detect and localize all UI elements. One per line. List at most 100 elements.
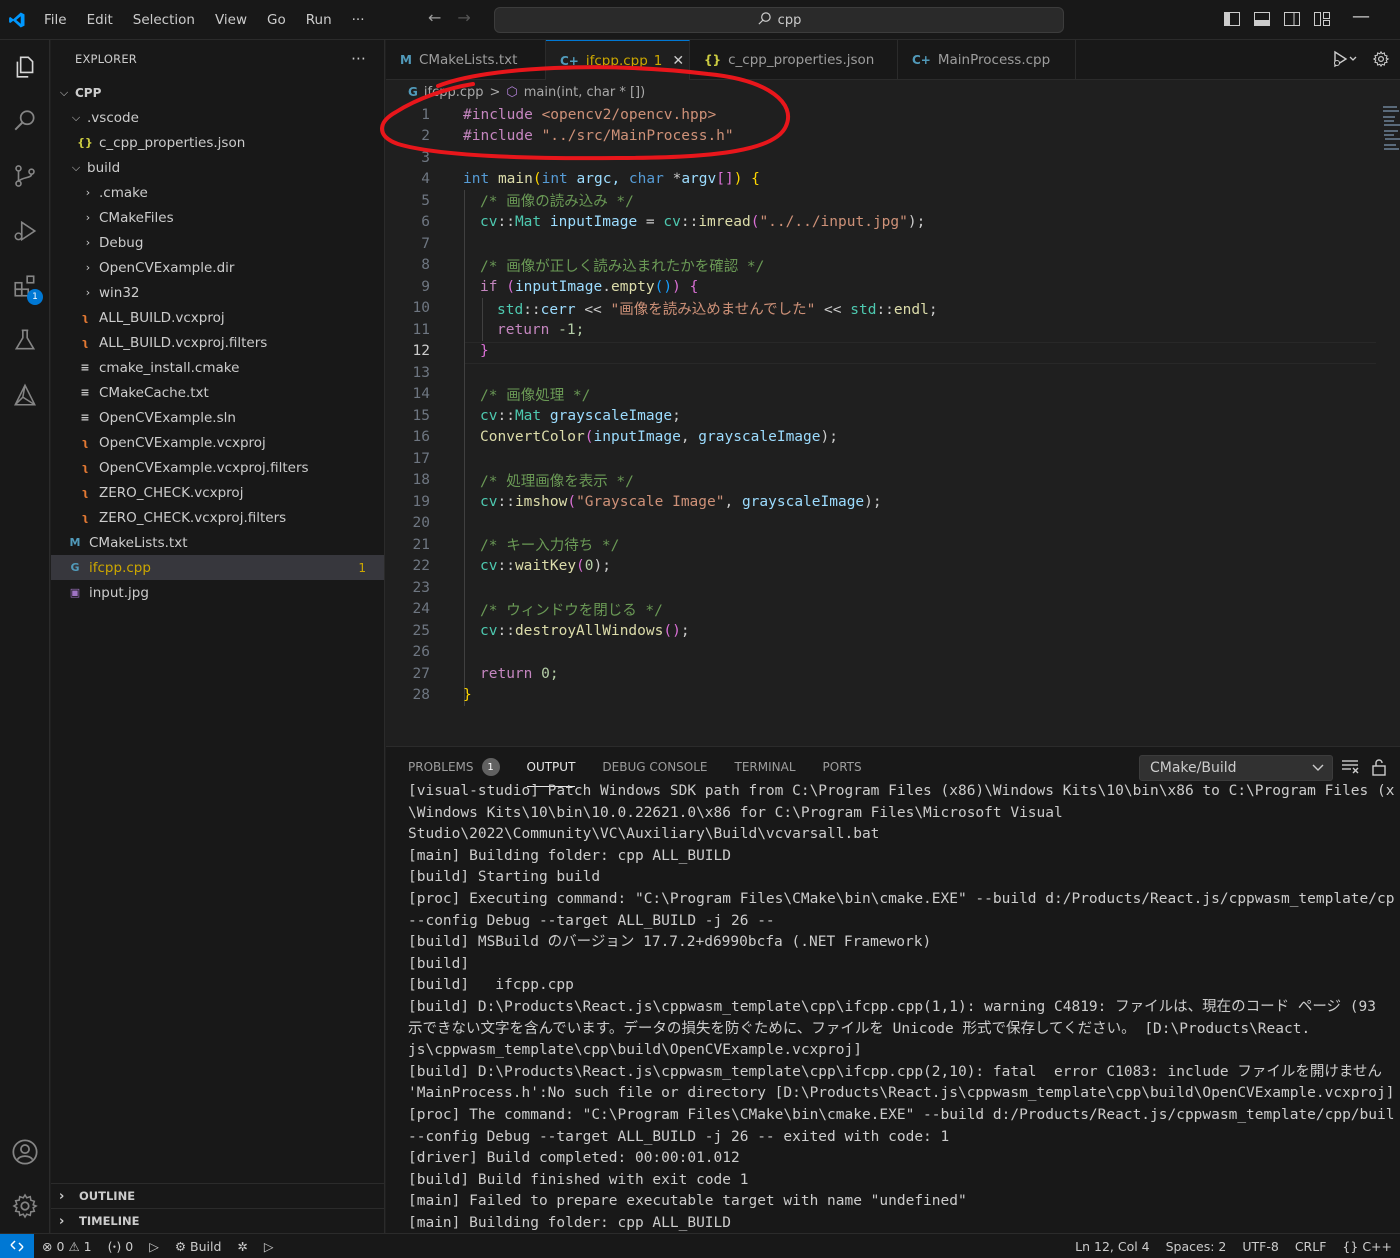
tree-file-c-cpp-properties[interactable]: {} c_cpp_properties.json <box>51 130 384 155</box>
launch-button[interactable]: ▷ <box>256 1239 282 1254</box>
forward-arrow-icon[interactable]: → <box>457 8 470 27</box>
toggle-secondary-sidebar-icon[interactable] <box>1282 8 1302 30</box>
line-number: 23 <box>386 577 1386 599</box>
close-icon[interactable]: ✕ <box>672 53 684 69</box>
tab-c-cpp-properties[interactable]: {} c_cpp_properties.json <box>690 40 898 80</box>
search-icon[interactable] <box>0 97 50 145</box>
code-editor[interactable]: 1 2 3 4 5 6 7 8 9 10 11 12 13 14 15 16 17 18 19 20 21 22 23 24 2… <box>386 104 1386 746</box>
remote-indicator-icon[interactable] <box>0 1233 34 1258</box>
tab-label: MainProcess.cpp <box>937 52 1051 68</box>
code-line-11: return -1; <box>497 321 585 338</box>
tree-folder-cmake[interactable]: › .cmake <box>51 180 384 205</box>
run-debug-icon[interactable] <box>0 207 50 255</box>
editor-settings-gear-icon[interactable] <box>1372 50 1390 72</box>
build-button[interactable]: ⚙ Build <box>167 1239 230 1254</box>
minimize-window-icon[interactable]: — <box>1352 6 1370 27</box>
tree-file-ifcpp[interactable]: G ifcpp.cpp 1 <box>51 555 384 580</box>
chevron-right-icon: › <box>85 261 91 274</box>
tree-file-zero-check-vcxproj[interactable]: ʅ ZERO_CHECK.vcxproj <box>51 480 384 505</box>
cursor-position[interactable]: Ln 12, Col 4 <box>1067 1239 1158 1254</box>
timeline-section[interactable]: › TIMELINE <box>51 1208 384 1233</box>
tree-root-cpp[interactable]: ⌵ CPP <box>51 80 384 105</box>
debug-bug-button[interactable]: ✲ <box>229 1239 255 1254</box>
tree-file-zero-check-filters[interactable]: ʅ ZERO_CHECK.vcxproj.filters <box>51 505 384 530</box>
menu-more[interactable]: ··· <box>342 0 375 40</box>
code-line-10: std::cerr << "画像を読み込めませんでした" << std::end… <box>497 301 938 318</box>
source-control-icon[interactable] <box>0 152 50 200</box>
line-number: 3 <box>386 147 1386 169</box>
tree-item-label: CMakeLists.txt <box>89 534 188 551</box>
tab-cmakelists[interactable]: M CMakeLists.txt <box>386 40 546 80</box>
line-ending[interactable]: CRLF <box>1287 1239 1335 1254</box>
extensions-icon[interactable]: 1 <box>0 262 50 310</box>
tree-file-input-jpg[interactable]: ▣ input.jpg <box>51 580 384 605</box>
menu-file[interactable]: File <box>34 0 77 40</box>
toggle-primary-sidebar-icon[interactable] <box>1222 8 1242 30</box>
tree-file-opencvexample-filters[interactable]: ʅ OpenCVExample.vcxproj.filters <box>51 455 384 480</box>
toggle-panel-icon[interactable] <box>1252 8 1272 30</box>
problems-status[interactable]: ⊗ 0 ⚠ 1 <box>34 1239 100 1254</box>
outline-section[interactable]: › OUTLINE <box>51 1183 384 1208</box>
run-cpp-file-icon[interactable] <box>1332 50 1358 72</box>
code-line-18: /* 処理画像を表示 */ <box>480 473 634 490</box>
chevron-down-icon <box>1312 760 1324 776</box>
json-file-icon: {} <box>77 136 93 149</box>
explorer-icon[interactable] <box>0 43 50 91</box>
tree-file-all-build-vcxproj[interactable]: ʅ ALL_BUILD.vcxproj <box>51 305 384 330</box>
menu-go[interactable]: Go <box>257 0 296 40</box>
line-number-label: 13 <box>412 364 430 381</box>
tree-folder-opencvexample-dir[interactable]: › OpenCVExample.dir <box>51 255 384 280</box>
tab-label: CMakeLists.txt <box>418 52 518 68</box>
back-arrow-icon[interactable]: ← <box>428 8 441 27</box>
output-log[interactable]: [visual-studio] Patch Windows SDK path f… <box>408 781 1398 1231</box>
tree-file-cmakelists[interactable]: M CMakeLists.txt <box>51 530 384 555</box>
output-channel-select[interactable]: CMake/Build <box>1139 755 1333 781</box>
account-icon[interactable] <box>0 1128 50 1176</box>
error-icon: ⊗ <box>42 1238 53 1254</box>
explorer-more-actions[interactable]: ··· <box>351 50 366 68</box>
settings-gear-icon[interactable] <box>0 1182 50 1230</box>
output-line: [build] D:\Products\React.js\cppwasm_tem… <box>408 998 1376 1015</box>
breadcrumb-symbol[interactable]: main(int, char * []) <box>524 85 645 100</box>
search-icon <box>757 11 772 30</box>
menu-edit[interactable]: Edit <box>77 0 123 40</box>
customize-layout-icon[interactable] <box>1312 8 1332 30</box>
cpp-file-icon: G <box>408 85 418 99</box>
tree-file-opencvexample-sln[interactable]: ≡ OpenCVExample.sln <box>51 405 384 430</box>
indentation[interactable]: Spaces: 2 <box>1158 1239 1235 1254</box>
tree-folder-debug[interactable]: › Debug <box>51 230 384 255</box>
menu-run[interactable]: Run <box>296 0 342 40</box>
encoding[interactable]: UTF-8 <box>1234 1239 1286 1254</box>
tree-folder-vscode[interactable]: ⌵ .vscode <box>51 105 384 130</box>
cmake-icon[interactable] <box>0 371 50 419</box>
breadcrumb-file[interactable]: ifcpp.cpp <box>424 85 484 100</box>
output-line: [build] D:\Products\React.js\cppwasm_tem… <box>408 1063 1382 1080</box>
tab-mainprocess[interactable]: C+ MainProcess.cpp <box>898 40 1076 80</box>
text-file-icon: ≡ <box>80 386 90 399</box>
output-line: [build] <box>408 955 470 972</box>
code-line-2: #include "../src/MainProcess.h" <box>463 128 734 145</box>
minimap[interactable] <box>1382 104 1400 154</box>
menu-view[interactable]: View <box>205 0 257 40</box>
testing-icon[interactable] <box>0 316 50 364</box>
command-center-search[interactable]: cpp <box>494 7 1064 33</box>
chevron-down-icon: ⌵ <box>59 85 69 99</box>
clear-output-icon[interactable] <box>1341 758 1359 780</box>
chevron-right-icon: › <box>85 236 91 249</box>
tree-file-cmakecache[interactable]: ≡ CMakeCache.txt <box>51 380 384 405</box>
tree-folder-cmakefiles[interactable]: › CMakeFiles <box>51 205 384 230</box>
tab-ifcpp[interactable]: C+ ifcpp.cpp 1 ✕ <box>546 40 690 80</box>
tree-file-opencvexample-vcxproj[interactable]: ʅ OpenCVExample.vcxproj <box>51 430 384 455</box>
lock-scroll-icon[interactable] <box>1371 758 1387 780</box>
language-mode[interactable]: {} C++ <box>1334 1239 1400 1254</box>
cmake-debug-status[interactable]: ▷ <box>141 1239 167 1254</box>
tree-item-label: build <box>87 159 121 176</box>
tree-item-label: OpenCVExample.dir <box>99 259 235 276</box>
tree-file-all-build-filters[interactable]: ʅ ALL_BUILD.vcxproj.filters <box>51 330 384 355</box>
code-line-6: cv::Mat inputImage = cv::imread("../../i… <box>480 214 926 231</box>
ports-status[interactable]: (ꞏ) 0 <box>100 1238 142 1255</box>
tree-folder-build[interactable]: ⌵ build <box>51 155 384 180</box>
menu-selection[interactable]: Selection <box>123 0 205 40</box>
tree-folder-win32[interactable]: › win32 <box>51 280 384 305</box>
tree-file-cmake-install[interactable]: ≡ cmake_install.cmake <box>51 355 384 380</box>
